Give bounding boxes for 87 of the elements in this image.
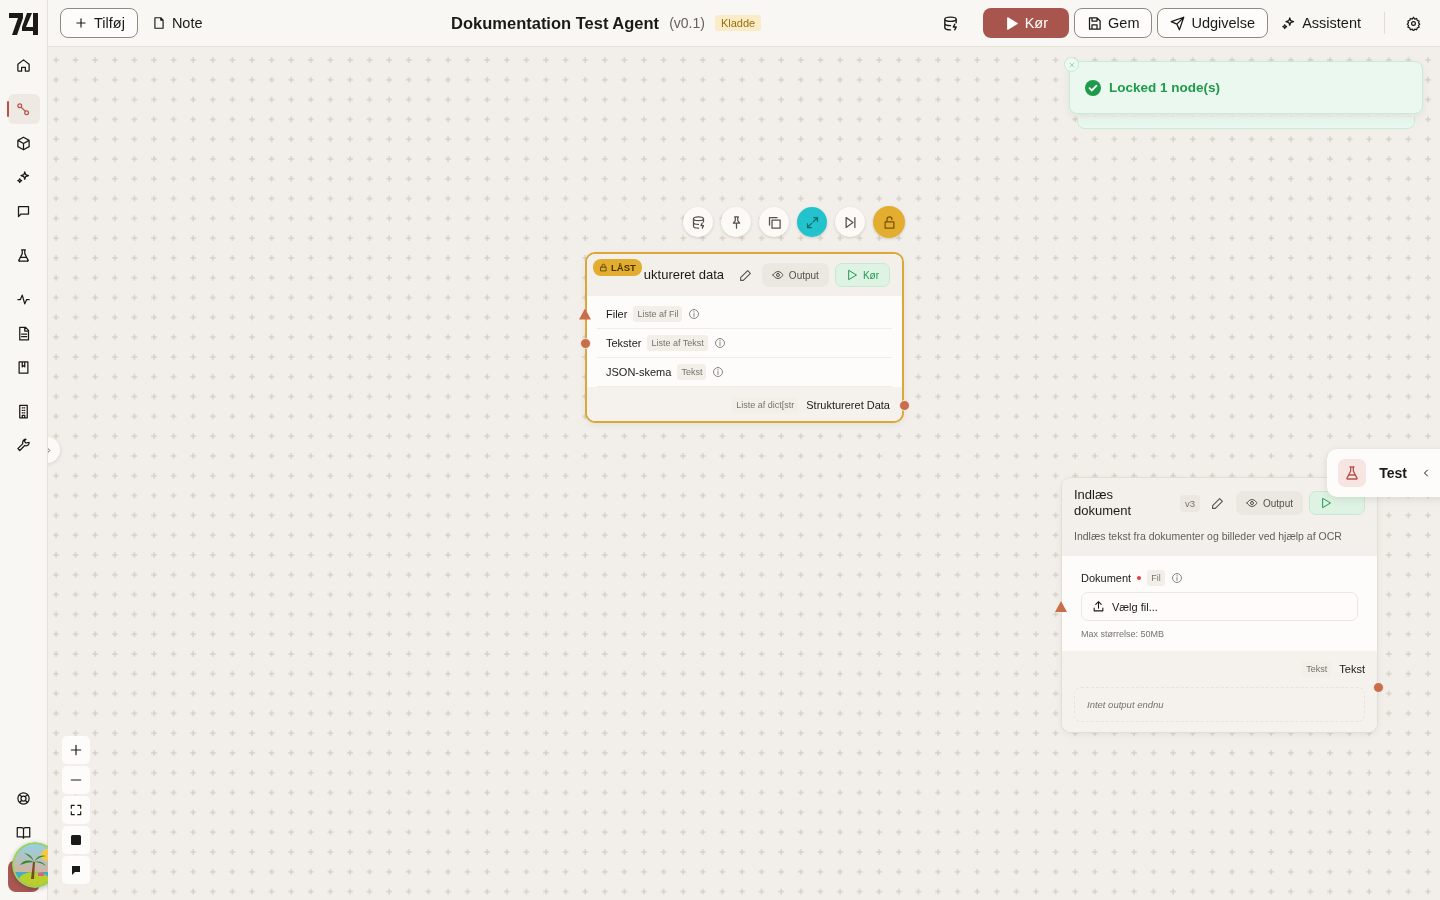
output-button[interactable]: Output <box>761 263 829 287</box>
type-tag: Tekst <box>677 364 707 380</box>
cube-icon <box>16 135 31 151</box>
output-label: Struktureret Data <box>806 399 890 411</box>
zoom-control-button[interactable] <box>62 856 90 884</box>
zoom-in-icon <box>69 743 83 757</box>
input-handle[interactable] <box>579 337 591 349</box>
input-label: Filer <box>606 308 628 320</box>
type-tag: Liste af dict[str <box>732 397 799 413</box>
type-tag: Fil <box>1147 570 1165 586</box>
input-label: Tekster <box>606 337 642 349</box>
chat-bubble-icon <box>16 203 31 219</box>
info-icon <box>712 366 725 378</box>
sparkles-icon <box>16 169 31 185</box>
assistant-button[interactable]: Assistent <box>1273 8 1369 38</box>
padlock-icon <box>599 263 608 272</box>
type-tag: Liste af Fil <box>633 306 683 322</box>
pencil-icon <box>1211 496 1225 510</box>
test-label: Test <box>1378 465 1408 481</box>
version-label: (v0.1) <box>669 15 705 31</box>
node-title: uktureret data <box>643 267 726 283</box>
type-tag: Liste af Tekst <box>647 335 708 351</box>
lifebuoy-icon <box>16 790 31 806</box>
input-handle[interactable] <box>579 308 591 320</box>
output-handle[interactable] <box>1372 681 1384 693</box>
expand-arrows-icon <box>804 214 820 230</box>
skip-forward-icon <box>842 214 858 230</box>
bookmark-book-icon <box>16 359 31 375</box>
node-title: Indlæs dokument <box>1074 487 1133 519</box>
document-icon <box>16 325 31 341</box>
type-tag: Tekst <box>1302 661 1332 677</box>
save-button[interactable]: Gem <box>1074 8 1153 38</box>
info-icon <box>688 308 701 320</box>
copy-icon <box>766 214 782 230</box>
workflow-title: Dokumentation Test Agent <box>451 13 660 33</box>
upload-icon <box>1092 600 1105 613</box>
eye-icon <box>1245 497 1258 509</box>
input-label: Dokument <box>1081 572 1132 584</box>
play-icon <box>845 269 858 281</box>
square-icon <box>71 835 81 845</box>
zoom-control-button[interactable] <box>62 826 90 854</box>
info-icon <box>1170 572 1183 584</box>
flask-icon <box>1344 465 1360 481</box>
logo-icon <box>8 11 39 37</box>
info-icon <box>713 337 726 349</box>
file-picker-button[interactable]: Vælg fil... <box>1081 592 1358 621</box>
eye-icon <box>771 269 784 281</box>
open-padlock-icon <box>881 214 897 230</box>
linked-circles-icon <box>16 101 31 117</box>
open-book-icon <box>16 824 31 840</box>
add-button[interactable]: Tilføj <box>60 8 138 38</box>
toast-message: Locked 1 node(s) <box>1109 80 1221 95</box>
publish-button[interactable]: Udgivelse <box>1157 8 1269 38</box>
pencil-icon <box>739 268 753 282</box>
input-label: JSON-skema <box>606 366 672 378</box>
house-icon <box>16 57 31 73</box>
sparkles-icon <box>1281 15 1297 31</box>
output-preview: Intet output endnu <box>1074 687 1365 722</box>
plus-icon <box>74 16 88 30</box>
database-icon <box>690 214 706 230</box>
test-panel-button[interactable]: Test <box>1327 449 1440 497</box>
paper-plane-icon <box>1170 15 1186 31</box>
status-badge: Kladde <box>714 15 762 31</box>
play-icon <box>1320 497 1332 509</box>
chat-bubble-icon <box>71 865 81 875</box>
close-icon <box>1067 60 1076 69</box>
node-description: Indlæs tekst fra dokumenter og billeder ved hjælp af OCR <box>1062 519 1377 556</box>
flask-icon <box>16 247 31 263</box>
hint-text: Max størrelse: 50MB <box>1081 628 1166 641</box>
settings-icon <box>1405 15 1421 31</box>
locked-badge: LÅST <box>593 259 642 276</box>
run-button[interactable]: Kør <box>982 8 1070 38</box>
fit-view-icon <box>69 803 83 817</box>
building-icon <box>16 403 31 419</box>
check-circle-icon <box>1085 79 1101 96</box>
output-label: Tekst <box>1339 663 1365 675</box>
input-handle[interactable] <box>1055 601 1067 612</box>
output-handle[interactable] <box>898 399 910 411</box>
note-icon <box>151 16 166 30</box>
version-badge: v3 <box>1179 494 1200 512</box>
note-button[interactable]: Note <box>143 8 211 38</box>
database-icon <box>942 14 960 32</box>
node-card[interactable]: LÅST uktureret data Output Kør Filer Liste af Fil Tekster Liste af Tekst JSON-skema Tekst Liste af dict[str Struktureret Data <box>585 252 904 423</box>
wrench-icon <box>16 437 31 453</box>
node-card[interactable]: Indlæs dokument v3 Output Indlæs tekst fra dokumenter og billeder ved hjælp af OCR Dokument Fil Vælg fil... Max størrelse: 50MB Tekst Tekst Intet output endnu <box>1061 477 1378 733</box>
output-button[interactable]: Output <box>1235 491 1303 515</box>
zoom-control-button[interactable] <box>62 796 90 824</box>
